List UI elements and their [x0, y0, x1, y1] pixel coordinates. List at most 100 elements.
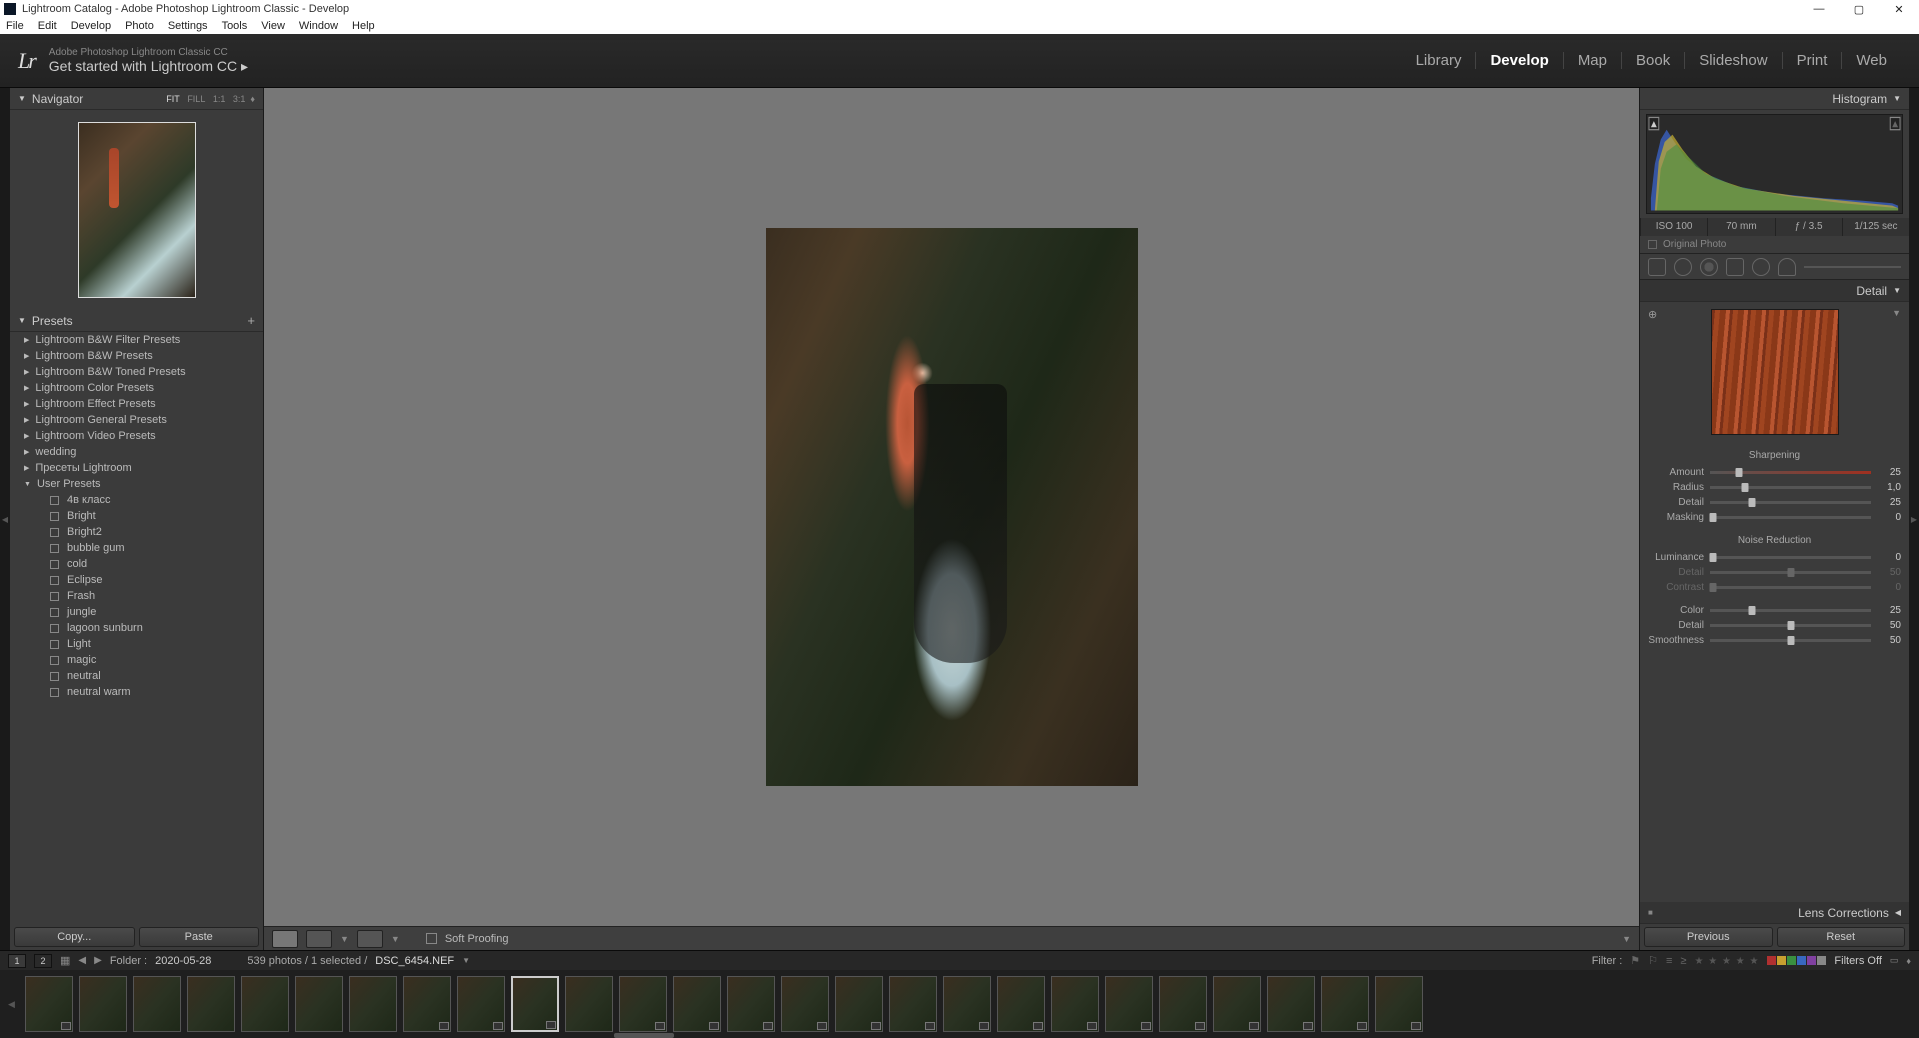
color-swatch[interactable]	[1767, 956, 1776, 965]
preset-item[interactable]: neutral warm	[10, 684, 263, 700]
detail-target-icon[interactable]: ⊕	[1648, 308, 1657, 321]
slider-value[interactable]: 0	[1871, 552, 1901, 563]
original-photo-checkbox[interactable]	[1648, 240, 1657, 249]
detail-header[interactable]: Detail ▼	[1640, 280, 1909, 302]
main-window-button[interactable]: 1	[8, 954, 26, 968]
preset-folder-user[interactable]: ▼User Presets	[10, 476, 263, 492]
menu-help[interactable]: Help	[352, 20, 375, 32]
slider-value[interactable]: 25	[1871, 497, 1901, 508]
swap-before-after-button[interactable]	[357, 930, 383, 948]
filmstrip[interactable]: ◀	[0, 970, 1919, 1038]
preset-item[interactable]: lagoon sunburn	[10, 620, 263, 636]
preset-item[interactable]: Bright2	[10, 524, 263, 540]
slider-knob[interactable]	[1742, 483, 1749, 492]
grid-view-icon[interactable]: ▦	[60, 954, 70, 967]
identity-line2[interactable]: Get started with Lightroom CC ▸	[49, 58, 248, 75]
before-after-dropdown-icon[interactable]: ▼	[340, 934, 349, 944]
detail-swatch[interactable]	[1711, 309, 1839, 435]
add-preset-button[interactable]: +	[247, 313, 255, 328]
slider-track[interactable]	[1710, 471, 1871, 474]
slider-track[interactable]	[1710, 501, 1871, 504]
module-library[interactable]: Library	[1402, 52, 1476, 69]
filter-lock-icon[interactable]: ▭	[1890, 955, 1899, 966]
minimize-button[interactable]: —	[1799, 3, 1839, 15]
filmstrip-thumb[interactable]	[1105, 976, 1153, 1032]
preset-item[interactable]: jungle	[10, 604, 263, 620]
filter-icon[interactable]: ≡	[1666, 955, 1672, 967]
slider-track[interactable]	[1710, 556, 1871, 559]
color-swatch[interactable]	[1807, 956, 1816, 965]
color-label-filter[interactable]	[1767, 956, 1826, 965]
second-window-button[interactable]: 2	[34, 954, 52, 968]
filmstrip-thumb[interactable]	[727, 976, 775, 1032]
filmstrip-thumb[interactable]	[1051, 976, 1099, 1032]
slider-knob[interactable]	[1748, 606, 1755, 615]
preset-item[interactable]: bubble gum	[10, 540, 263, 556]
graduated-filter-tool[interactable]	[1726, 258, 1744, 276]
slider-value[interactable]: 1,0	[1871, 482, 1901, 493]
filmstrip-thumb[interactable]	[565, 976, 613, 1032]
preset-folder[interactable]: ▶Lightroom Effect Presets	[10, 396, 263, 412]
slider-value[interactable]: 50	[1871, 620, 1901, 631]
filters-off-label[interactable]: Filters Off	[1834, 955, 1881, 967]
filmstrip-thumb[interactable]	[835, 976, 883, 1032]
slider-knob[interactable]	[1787, 568, 1794, 577]
preset-item[interactable]: Bright	[10, 508, 263, 524]
slider-track[interactable]	[1710, 609, 1871, 612]
color-swatch[interactable]	[1797, 956, 1806, 965]
slider-knob[interactable]	[1735, 468, 1742, 477]
filmstrip-thumb[interactable]	[1321, 976, 1369, 1032]
presets-header[interactable]: ▼ Presets +	[10, 310, 263, 332]
swap-dropdown-icon[interactable]: ▼	[391, 934, 400, 944]
slider-track[interactable]	[1710, 516, 1871, 519]
folder-name[interactable]: 2020-05-28	[155, 955, 211, 967]
copy-button[interactable]: Copy...	[14, 927, 135, 947]
preset-folder[interactable]: ▶Lightroom B&W Toned Presets	[10, 364, 263, 380]
preset-item[interactable]: magic	[10, 652, 263, 668]
preset-item[interactable]: Light	[10, 636, 263, 652]
histogram-header[interactable]: Histogram ▼	[1640, 88, 1909, 110]
radial-filter-tool[interactable]	[1752, 258, 1770, 276]
preset-folder[interactable]: ▶Lightroom B&W Filter Presets	[10, 332, 263, 348]
redeye-tool[interactable]	[1700, 258, 1718, 276]
preset-item[interactable]: Eclipse	[10, 572, 263, 588]
preset-folder[interactable]: ▶Lightroom General Presets	[10, 412, 263, 428]
filmstrip-thumb[interactable]	[403, 976, 451, 1032]
filmstrip-thumb[interactable]	[457, 976, 505, 1032]
slider-knob[interactable]	[1787, 636, 1794, 645]
filmstrip-thumb[interactable]	[1267, 976, 1315, 1032]
navigator-zoom[interactable]: FIT FILL 1:1 3:1 ♦	[166, 94, 255, 104]
main-photo[interactable]	[766, 228, 1138, 786]
color-swatch[interactable]	[1787, 956, 1796, 965]
nav-prev-icon[interactable]: ◀	[78, 955, 86, 966]
tool-slider[interactable]	[1804, 266, 1901, 268]
menu-settings[interactable]: Settings	[168, 20, 208, 32]
preset-item[interactable]: 4в класс	[10, 492, 263, 508]
slider-knob[interactable]	[1748, 498, 1755, 507]
navigator-thumbnail[interactable]	[78, 122, 196, 298]
color-swatch[interactable]	[1817, 956, 1826, 965]
original-photo-row[interactable]: Original Photo	[1640, 236, 1909, 254]
filmstrip-thumb[interactable]	[997, 976, 1045, 1032]
filmstrip-thumb[interactable]	[25, 976, 73, 1032]
navigator-header[interactable]: ▼ Navigator FIT FILL 1:1 3:1 ♦	[10, 88, 263, 110]
slider-value[interactable]: 0	[1871, 512, 1901, 523]
module-map[interactable]: Map	[1563, 52, 1621, 69]
slider-track[interactable]	[1710, 639, 1871, 642]
filmstrip-scrollbar[interactable]	[614, 1033, 674, 1038]
zoom-dropdown-icon[interactable]: ♦	[250, 94, 255, 104]
module-web[interactable]: Web	[1841, 52, 1901, 69]
filmstrip-thumb[interactable]	[79, 976, 127, 1032]
filmstrip-thumb[interactable]	[187, 976, 235, 1032]
filmstrip-thumb[interactable]	[781, 976, 829, 1032]
filmstrip-thumb[interactable]	[241, 976, 289, 1032]
menu-view[interactable]: View	[261, 20, 285, 32]
color-swatch[interactable]	[1777, 956, 1786, 965]
slider-value[interactable]: 0	[1871, 582, 1901, 593]
filmstrip-thumb[interactable]	[295, 976, 343, 1032]
preset-folder[interactable]: ▶Lightroom B&W Presets	[10, 348, 263, 364]
menu-window[interactable]: Window	[299, 20, 338, 32]
filename-dropdown-icon[interactable]: ▼	[462, 956, 470, 965]
filmstrip-thumb[interactable]	[1375, 976, 1423, 1032]
close-button[interactable]: ✕	[1879, 3, 1919, 16]
